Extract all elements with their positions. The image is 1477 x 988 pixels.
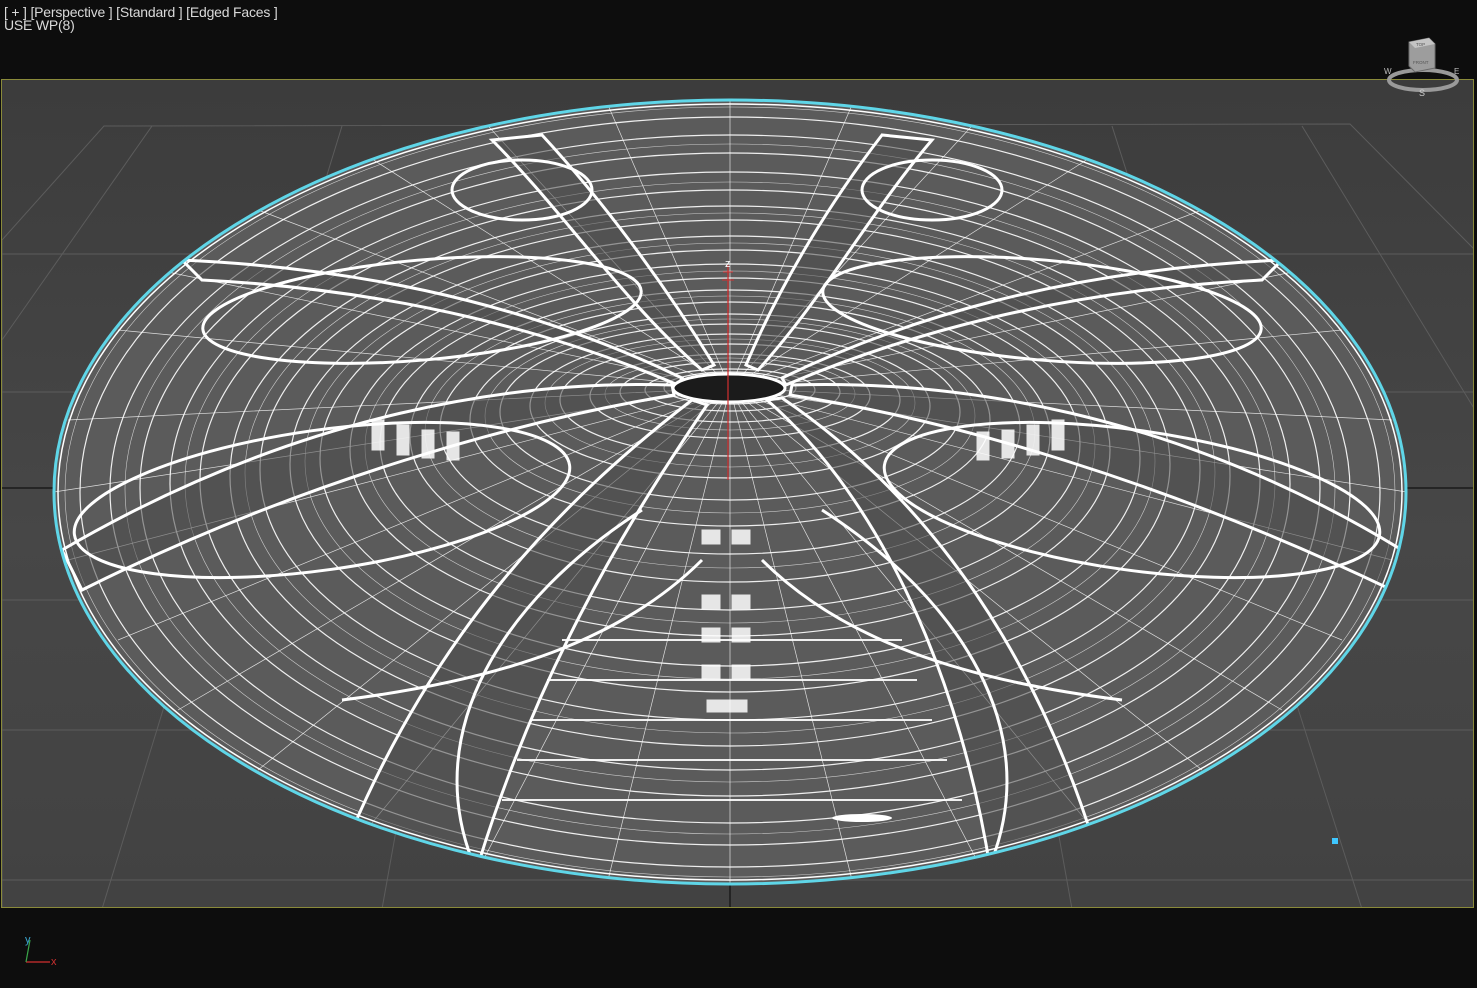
viewcube-compass-ring[interactable] (1387, 68, 1459, 92)
axis-tripod: x y (20, 932, 62, 968)
gizmo-z-label: z (725, 258, 731, 270)
viewcube-front-face[interactable]: FRONT (1413, 60, 1429, 65)
viewport-scene[interactable]: z (2, 80, 1474, 908)
compass-west-label[interactable]: W (1384, 67, 1392, 76)
torus-wireframe-mesh[interactable] (52, 98, 1408, 886)
tripod-y-label: y (25, 934, 31, 946)
torus-center-hole (671, 372, 787, 404)
workplane-label: USE WP(8) (4, 17, 75, 33)
tripod-x-label: x (51, 956, 57, 968)
compass-south-label[interactable]: S (1419, 88, 1425, 98)
object-marker (1332, 838, 1338, 844)
viewport-shading-menu[interactable]: [Standard ] (116, 4, 182, 20)
perspective-viewport[interactable]: z (1, 79, 1474, 908)
viewcube[interactable]: TOP FRONT W E S (1383, 30, 1463, 100)
compass-east-label[interactable]: E (1454, 67, 1459, 76)
viewcube-top-face[interactable]: TOP (1416, 42, 1425, 47)
viewport-edged-faces-menu[interactable]: [Edged Faces ] (186, 4, 278, 20)
viewport-label-bar: [ + ] [Perspective ] [Standard ] [Edged … (4, 4, 278, 33)
